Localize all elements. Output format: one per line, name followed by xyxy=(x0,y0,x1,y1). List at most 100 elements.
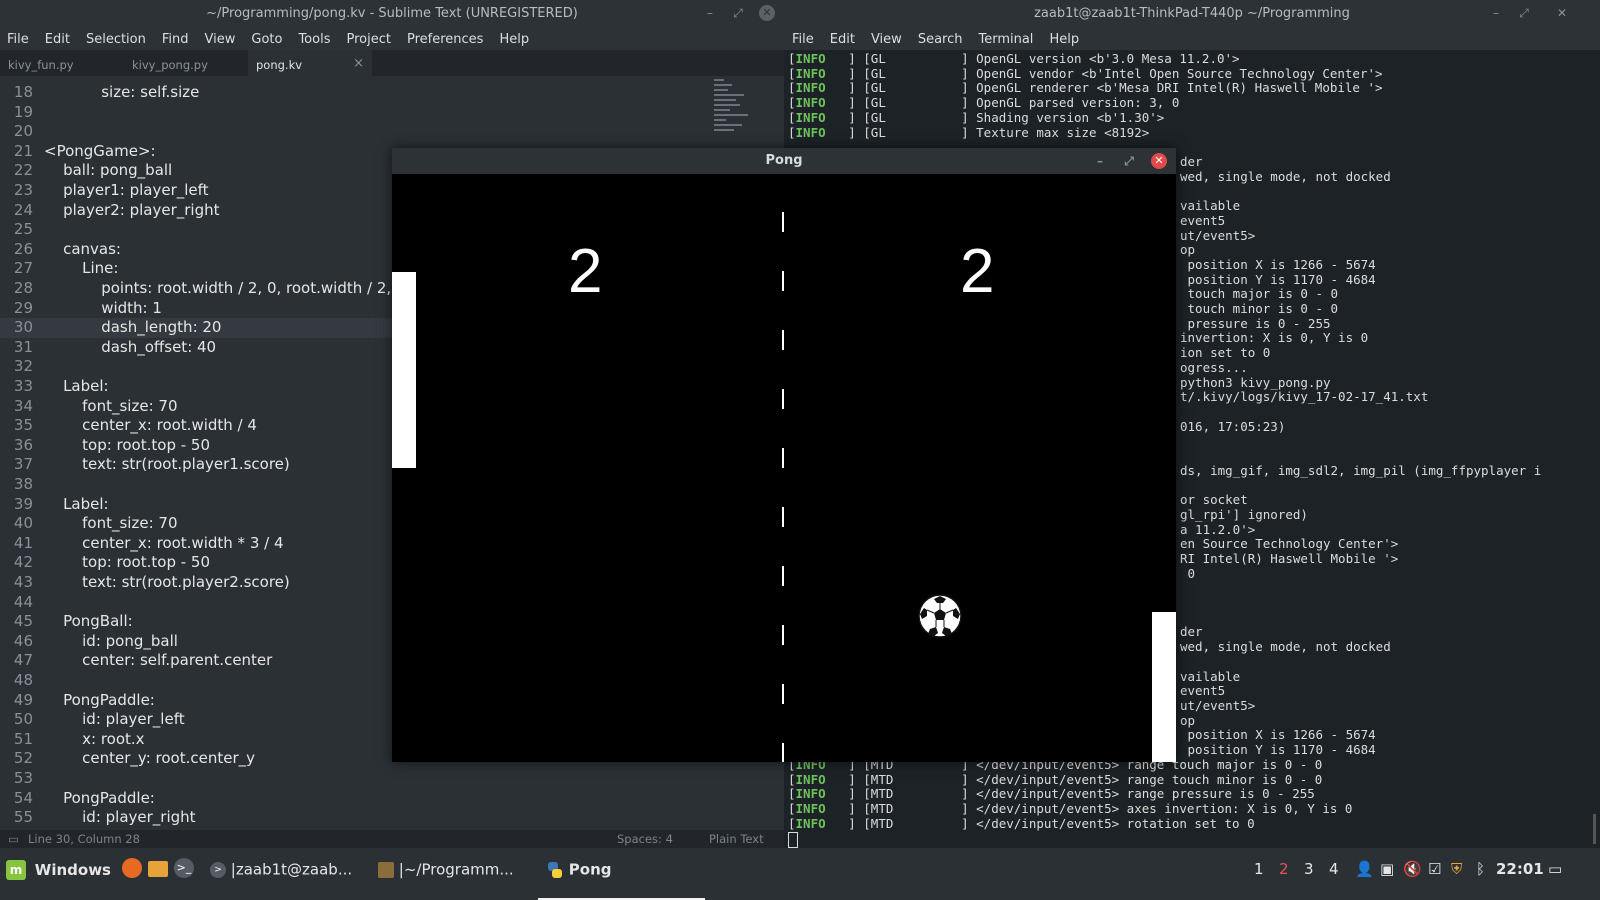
line-number: 55 xyxy=(13,808,33,827)
line-number: 53 xyxy=(13,769,33,787)
menu-item-project[interactable]: Project xyxy=(346,32,390,47)
minimize-icon[interactable]: – xyxy=(1488,5,1504,21)
menu-item-tools[interactable]: Tools xyxy=(298,32,330,47)
log-text: ] [GL ] OpenGL parsed version: 3, 0 xyxy=(825,95,1180,111)
clock[interactable]: 22:01 xyxy=(1496,858,1544,880)
task-pong[interactable]: Pong xyxy=(546,858,612,880)
center-line-dash xyxy=(782,625,784,645)
pong-court[interactable]: 2 2 xyxy=(392,174,1176,762)
menu-item-edit[interactable]: Edit xyxy=(830,32,855,47)
log-fragment: ion set to 0 xyxy=(1180,345,1271,361)
tab-close-icon[interactable]: × xyxy=(353,56,364,71)
maximize-icon[interactable]: ⤢ xyxy=(1516,5,1532,21)
menu-item-edit[interactable]: Edit xyxy=(45,32,70,47)
menu-item-help[interactable]: Help xyxy=(499,32,529,47)
close-icon[interactable]: ✕ xyxy=(1554,5,1570,21)
log-line: [INFO ] [GL ] OpenGL parsed version: 3, … xyxy=(788,95,1180,111)
workspace-1[interactable]: 1 xyxy=(1254,858,1264,880)
workspace-3[interactable]: 3 xyxy=(1304,858,1314,880)
minimize-icon[interactable]: – xyxy=(1092,153,1108,169)
menu-item-find[interactable]: Find xyxy=(162,32,189,47)
close-icon[interactable]: ✕ xyxy=(759,5,775,21)
workspace-2[interactable]: 2 xyxy=(1279,858,1289,880)
code-line[interactable]: 53 xyxy=(0,769,784,789)
terminal-title: zaab1t@zaab1t-ThinkPad-T440p ~/Programmi… xyxy=(1034,6,1350,21)
maximize-icon[interactable]: ⤢ xyxy=(730,5,746,21)
line-number: 21 xyxy=(13,141,33,160)
menu-item-selection[interactable]: Selection xyxy=(86,32,146,47)
line-number: 36 xyxy=(13,435,33,454)
log-fragment: invertion: X is 0, Y is 0 xyxy=(1180,330,1369,346)
log-fragment: 016, 17:05:23) xyxy=(1180,418,1286,434)
log-fragment: gl_rpi'] ignored) xyxy=(1180,506,1308,522)
files-icon[interactable] xyxy=(148,861,168,877)
bracket: [ xyxy=(788,801,796,817)
task-sublime[interactable]: |~/Programm... xyxy=(378,858,514,880)
menu-item-preferences[interactable]: Preferences xyxy=(407,32,483,47)
start-menu-button[interactable]: m Windows xyxy=(6,858,111,880)
line-number: 32 xyxy=(13,357,33,376)
terminal-scrollbar[interactable] xyxy=(1593,814,1596,844)
log-text: ] [GL ] OpenGL renderer <b'Mesa DRI Inte… xyxy=(825,80,1383,96)
menu-item-view[interactable]: View xyxy=(205,32,236,47)
center-line-dash xyxy=(782,212,784,232)
line-number: 43 xyxy=(13,573,33,591)
task-terminal[interactable]: > |zaab1t@zaab... xyxy=(210,858,352,880)
line-number: 50 xyxy=(13,710,33,729)
menu-item-goto[interactable]: Goto xyxy=(251,32,282,47)
log-line: [INFO ] [GL ] OpenGL vendor <b'Intel Ope… xyxy=(788,65,1383,82)
menu-item-view[interactable]: View xyxy=(871,32,902,47)
network-icon[interactable]: ▣ xyxy=(1380,858,1394,880)
user-icon[interactable]: 👤 xyxy=(1355,858,1374,880)
bracket: [ xyxy=(788,65,796,81)
code-text: Label: xyxy=(44,377,109,395)
status-syntax[interactable]: Plain Text xyxy=(709,832,764,846)
log-text: ] [MTD ] </dev/input/event5> rotation se… xyxy=(825,815,1255,831)
menu-item-file[interactable]: File xyxy=(7,32,29,47)
code-text: dash_offset: 40 xyxy=(44,337,217,356)
code-text: top: root.top - 50 xyxy=(44,553,211,572)
menu-item-search[interactable]: Search xyxy=(918,32,963,47)
update-shield-icon[interactable]: ⛨ xyxy=(1451,858,1462,880)
workspace-4[interactable]: 4 xyxy=(1329,858,1339,880)
log-fragment: der xyxy=(1180,624,1203,640)
code-line[interactable]: 20 xyxy=(0,122,784,142)
line-number: 19 xyxy=(13,102,33,121)
menu-item-terminal[interactable]: Terminal xyxy=(978,32,1033,47)
code-line[interactable]: 19 xyxy=(0,103,784,123)
task-label: |zaab1t@zaab... xyxy=(230,860,353,879)
code-text: Line: xyxy=(44,259,119,278)
maximize-icon[interactable]: ⤢ xyxy=(1121,153,1137,169)
menu-item-help[interactable]: Help xyxy=(1049,32,1079,47)
mint-logo-icon: m xyxy=(6,859,26,880)
terminal-launcher-icon[interactable]: >_ xyxy=(174,858,194,878)
bluetooth-icon[interactable]: ᛒ xyxy=(1476,858,1485,880)
show-desktop-icon[interactable]: ▭ xyxy=(1548,858,1562,880)
log-fragment: touch minor is 0 - 0 xyxy=(1180,301,1339,316)
log-fragment: or socket xyxy=(1180,492,1248,508)
sublime-tabbar: kivy_fun.py kivy_pong.py pong.kv × xyxy=(0,50,784,76)
line-number: 28 xyxy=(13,279,33,297)
firefox-icon[interactable] xyxy=(122,858,142,878)
volume-muted-icon[interactable]: 🔇 xyxy=(1403,858,1422,880)
menu-item-file[interactable]: File xyxy=(792,32,814,47)
status-spaces[interactable]: Spaces: 4 xyxy=(617,832,673,846)
line-number: 25 xyxy=(13,220,33,239)
line-number: 45 xyxy=(13,612,33,631)
log-fragment: position X is 1266 - 5674 xyxy=(1180,256,1376,272)
close-icon[interactable]: ✕ xyxy=(1151,153,1167,169)
minimize-icon[interactable]: – xyxy=(702,5,718,21)
log-fragment: wed, single mode, not docked xyxy=(1180,639,1391,655)
pong-window: Pong – ⤢ ✕ 2 2 xyxy=(392,148,1176,762)
code-text: text: str(root.player1.score) xyxy=(44,455,290,474)
line-number: 27 xyxy=(13,259,33,278)
tab-kivy-fun-py[interactable]: kivy_fun.py xyxy=(0,50,124,76)
log-text: ] [GL ] Shading version <b'1.30'> xyxy=(825,109,1165,125)
checkbox-icon[interactable]: ☑ xyxy=(1428,858,1441,880)
code-line[interactable]: 18 size: self.size xyxy=(0,83,784,103)
tab-kivy-pong-py[interactable]: kivy_pong.py xyxy=(124,50,248,76)
code-line[interactable]: 55 id: player_right xyxy=(0,808,784,828)
status-panel-icon[interactable]: ▭ xyxy=(8,832,19,846)
tab-pong-kv[interactable]: pong.kv × xyxy=(248,50,372,76)
code-line[interactable]: 54 PongPaddle: xyxy=(0,789,784,809)
